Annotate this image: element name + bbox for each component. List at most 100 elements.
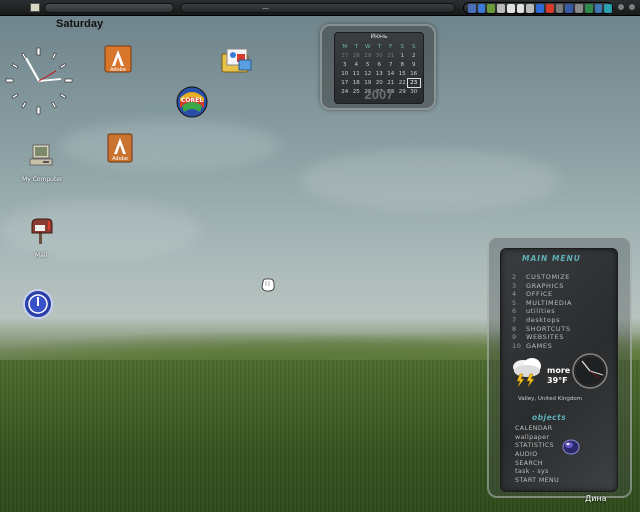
- objects-item[interactable]: wallpaper: [515, 434, 559, 443]
- power-icon[interactable]: [18, 288, 58, 324]
- tray-button-icon[interactable]: [617, 3, 625, 11]
- taskbar-separator: —: [262, 4, 269, 12]
- calendar-day[interactable]: 18: [351, 79, 363, 87]
- tray-app-icon[interactable]: [604, 3, 613, 13]
- calendar-day[interactable]: 14: [385, 70, 397, 78]
- start-icon[interactable]: [30, 3, 40, 12]
- calendar-day[interactable]: 29: [362, 52, 374, 60]
- orb-icon[interactable]: [561, 438, 581, 456]
- main-menu-item-label: OFFICE: [526, 290, 553, 299]
- calendar-day[interactable]: 20: [374, 79, 386, 87]
- tray-button-icon[interactable]: [628, 3, 636, 11]
- main-menu-list: 2 CUSTOMIZE 3 GRAPHICS 4 OFFICE 5 MULTIMEDIA 6 ut…: [512, 273, 572, 350]
- tray-app-icon[interactable]: [594, 3, 603, 13]
- calendar-day[interactable]: 8: [397, 61, 409, 69]
- main-menu-item-number: 6: [512, 307, 517, 316]
- tray-app-icon[interactable]: [536, 3, 544, 13]
- weather-more-link[interactable]: more: [547, 366, 570, 375]
- calendar-day[interactable]: 6: [374, 61, 386, 69]
- calendar-day[interactable]: 23: [407, 78, 421, 88]
- cloud: [60, 120, 280, 170]
- weather-location: Valley, United Kingdom: [518, 396, 583, 402]
- taskbar-field[interactable]: [44, 3, 174, 13]
- main-menu-item-label: desktops: [526, 315, 561, 324]
- calendar-day[interactable]: 1: [397, 52, 409, 60]
- main-menu-item[interactable]: 8 SHORTCUTS: [512, 325, 572, 334]
- tray-app-icon[interactable]: [555, 3, 564, 13]
- calendar-day[interactable]: 19: [362, 79, 374, 87]
- analog-clock: [5, 47, 73, 115]
- calendar-widget[interactable]: Июнь M T W T F S S 27 28 29 30 31 1 2 3 4 5 6 7 8 9 10 11 12 13 1…: [320, 24, 436, 110]
- calendar-day[interactable]: 22: [397, 79, 409, 87]
- main-menu-item[interactable]: 3 GRAPHICS: [512, 282, 572, 291]
- taskbar-tasks[interactable]: [180, 3, 455, 13]
- objects-item[interactable]: CALENDAR: [515, 425, 559, 434]
- objects-list: CALENDAR wallpaper STATISTICS AUDIO SEARCH ta…: [515, 425, 559, 486]
- weather-temperature: 39°F: [547, 376, 568, 385]
- main-menu-item[interactable]: 6 utilities: [512, 307, 572, 316]
- tray-app-icon[interactable]: [506, 3, 515, 13]
- calendar-day[interactable]: 30: [374, 52, 386, 60]
- calendar-day[interactable]: 27: [339, 52, 351, 60]
- main-menu-item[interactable]: 4 OFFICE: [512, 290, 572, 299]
- calendar-day[interactable]: 31: [385, 52, 397, 60]
- main-menu-item[interactable]: 2 CUSTOMIZE: [512, 273, 572, 282]
- calendar-day[interactable]: 16: [408, 70, 420, 78]
- system-tray: [463, 2, 613, 14]
- tray-app-icon[interactable]: [575, 3, 583, 13]
- objects-item[interactable]: SEARCH: [515, 460, 559, 469]
- main-menu-item-number: 7: [512, 315, 517, 324]
- cloud: [300, 150, 560, 210]
- calendar-weekday: T: [377, 44, 381, 50]
- calendar-day[interactable]: 28: [351, 52, 363, 60]
- adobe-icon[interactable]: Adobe: [98, 44, 138, 78]
- objects-item[interactable]: AUDIO: [515, 451, 559, 460]
- objects-item[interactable]: STATISTICS: [515, 442, 559, 451]
- adobe-icon[interactable]: Adobe: [100, 132, 140, 168]
- calendar-day[interactable]: 2: [408, 52, 420, 60]
- calendar-month: Июнь: [370, 33, 388, 40]
- calendar-day[interactable]: 15: [397, 70, 409, 78]
- tray-app-icon[interactable]: [516, 3, 525, 13]
- tray-app-icon[interactable]: [584, 3, 593, 13]
- calendar-day[interactable]: 3: [339, 61, 351, 69]
- objects-item[interactable]: task - sys: [515, 468, 559, 477]
- icon-label: Mail: [34, 252, 48, 259]
- weather-storm-icon: [513, 358, 541, 388]
- calendar-day[interactable]: 4: [351, 61, 363, 69]
- main-menu-item[interactable]: 5 MULTIMEDIA: [512, 299, 572, 308]
- tray-app-icon[interactable]: [565, 3, 574, 13]
- tray-app-icon[interactable]: [468, 3, 476, 13]
- tray-app-icon[interactable]: [487, 3, 496, 13]
- tray-app-icon[interactable]: [526, 3, 535, 13]
- main-menu-item-label: MULTIMEDIA: [526, 298, 573, 307]
- corel-icon[interactable]: COREL: [172, 84, 212, 124]
- calendar-day[interactable]: 13: [374, 70, 386, 78]
- tray-app-icon[interactable]: [497, 3, 505, 13]
- calendar-day[interactable]: 11: [351, 70, 363, 78]
- calendar-day[interactable]: 10: [339, 70, 351, 78]
- tray-app-icon[interactable]: [477, 3, 486, 13]
- calendar-day[interactable]: 9: [408, 61, 420, 69]
- calendar-day[interactable]: 21: [385, 79, 397, 87]
- main-menu-item-number: 5: [512, 298, 517, 307]
- mail-icon[interactable]: Mail: [21, 216, 61, 259]
- main-menu-item-number: 10: [512, 341, 522, 350]
- tray-app-icon[interactable]: [545, 3, 554, 13]
- calendar-year: 2007: [364, 87, 394, 102]
- main-menu-item[interactable]: 7 desktops: [512, 316, 572, 325]
- calendar-day[interactable]: 17: [339, 79, 351, 87]
- taskbar: —: [0, 0, 640, 16]
- main-menu-item-number: 8: [512, 324, 517, 333]
- calendar-day[interactable]: 7: [385, 61, 397, 69]
- calendar-day[interactable]: 12: [362, 70, 374, 78]
- main-menu-item[interactable]: 9 WEBSITES: [512, 333, 572, 342]
- objects-item[interactable]: START MENU: [515, 477, 559, 486]
- folder-image-icon[interactable]: [216, 46, 256, 80]
- calendar-panel: Июнь M T W T F S S 27 28 29 30 31 1 2 3 4 5 6 7 8 9 10 11 12 13 1…: [334, 32, 424, 104]
- my-computer-icon[interactable]: My Computer: [22, 142, 62, 183]
- calendar-day[interactable]: 5: [362, 61, 374, 69]
- svg-text:Adobe: Adobe: [110, 67, 126, 73]
- main-menu-item-label: CUSTOMIZE: [526, 273, 570, 281]
- main-menu-item[interactable]: 10 GAMES: [512, 342, 572, 351]
